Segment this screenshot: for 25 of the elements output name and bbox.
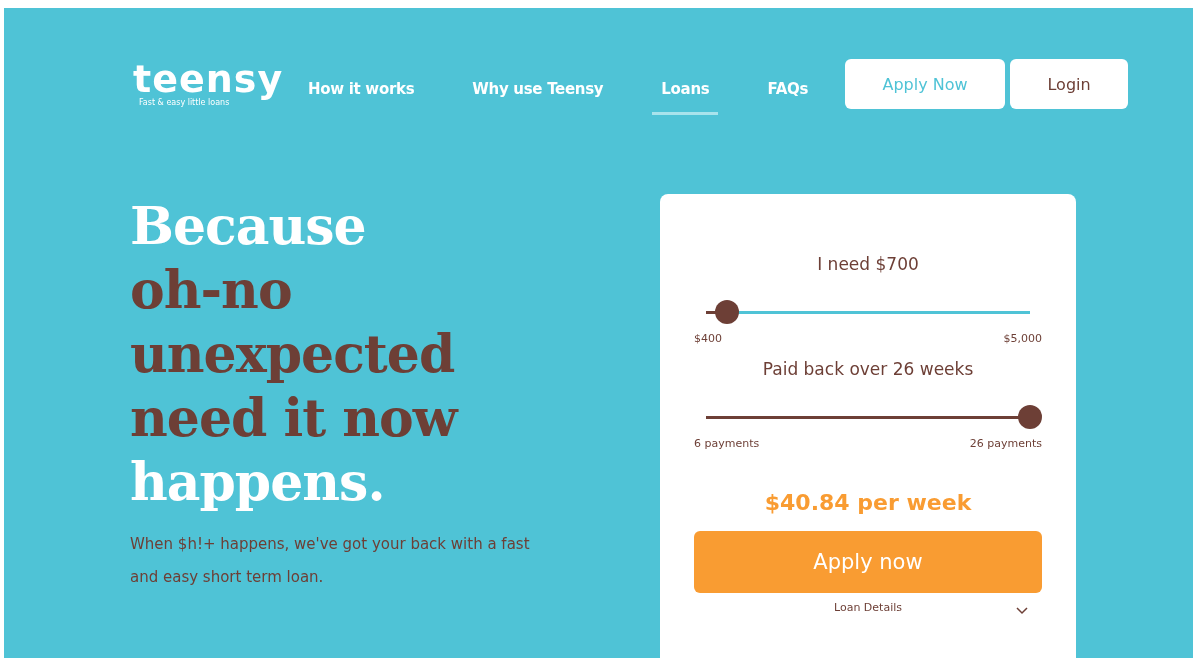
apply-now-button[interactable]: Apply now bbox=[694, 531, 1042, 593]
slider-thumb[interactable] bbox=[1018, 404, 1042, 429]
nav-link[interactable]: FAQs bbox=[758, 71, 818, 115]
apply-now-button[interactable]: Apply Now bbox=[845, 59, 1006, 109]
headline-line: Because bbox=[130, 194, 366, 258]
loan-details-toggle[interactable]: Loan Details bbox=[834, 601, 902, 614]
headline-line: oh-no bbox=[130, 258, 292, 322]
slider-label: Paid back over 26 weeks bbox=[761, 359, 975, 379]
chevron-icon[interactable] bbox=[1016, 607, 1028, 615]
repayment-amount: $40.84 per week bbox=[763, 490, 973, 515]
logo-tagline: Fast & easy little loans bbox=[139, 97, 230, 107]
slider-label: I need $700 bbox=[816, 254, 920, 274]
slider-min-label: $400 bbox=[694, 332, 722, 345]
slider-thumb[interactable] bbox=[715, 299, 740, 324]
login-button[interactable]: Login bbox=[1010, 59, 1129, 109]
slider-max-label: 26 payments bbox=[969, 437, 1042, 450]
nav-link[interactable]: Loans bbox=[652, 71, 719, 115]
slider-min-label: 6 payments bbox=[694, 437, 760, 450]
intro-text: When $h!+ happens, we've got your back with a fast and easy short term loan. bbox=[130, 534, 531, 588]
nav-link[interactable]: How it works bbox=[299, 71, 424, 115]
headline-line: happens. bbox=[130, 450, 385, 514]
slider-max-label: $5,000 bbox=[1003, 332, 1042, 345]
headline-line: unexpected bbox=[130, 322, 455, 386]
nav-link[interactable]: Why use Teensy bbox=[463, 71, 613, 115]
headline-line: need it now bbox=[130, 386, 457, 450]
